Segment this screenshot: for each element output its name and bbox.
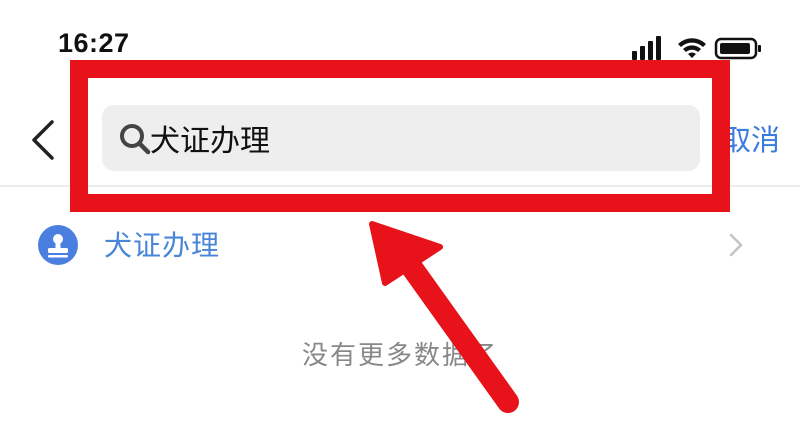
search-box[interactable]: [102, 105, 700, 171]
chevron-right-icon: [729, 233, 743, 257]
status-time: 16:27: [58, 28, 130, 58]
status-icons: [632, 36, 761, 60]
result-item[interactable]: 犬证办理: [0, 210, 800, 278]
wifi-icon: [678, 38, 706, 58]
search-input[interactable]: [150, 105, 670, 171]
result-label: 犬证办理: [104, 229, 221, 262]
cancel-button[interactable]: 取消: [722, 117, 780, 159]
no-more-data-text: 没有更多数据了: [301, 341, 498, 371]
chevron-left-icon[interactable]: [26, 118, 62, 162]
divider: [0, 185, 800, 187]
battery-icon: [714, 37, 761, 60]
status-bar: 16:27: [0, 0, 800, 70]
stamp-icon: [38, 225, 78, 265]
search-icon: [120, 124, 151, 155]
signal-icon: [632, 36, 661, 60]
